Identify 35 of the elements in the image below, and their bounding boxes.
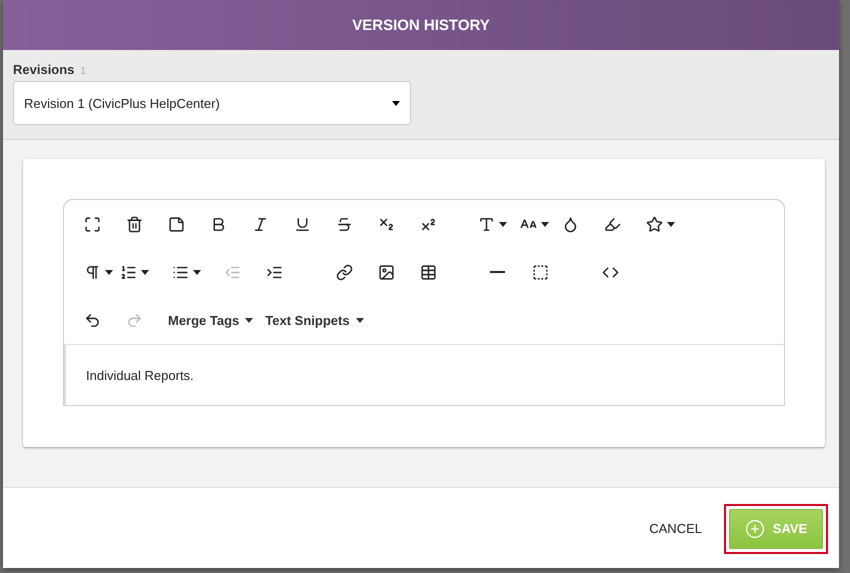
paragraph-icon (84, 264, 101, 280)
highlighter-icon (604, 216, 621, 232)
link-icon (336, 264, 353, 280)
table-icon (420, 264, 437, 280)
caret-icon (105, 270, 113, 274)
plus-circle-icon (744, 518, 765, 538)
font-icon (478, 216, 495, 232)
caret-icon (499, 222, 507, 226)
strikethrough-icon (336, 216, 353, 232)
caret-icon (245, 318, 254, 322)
toolbar-menu[interactable]: Text Snippets (265, 312, 376, 328)
note-icon (168, 216, 185, 232)
caret-icon (392, 100, 400, 106)
image-icon (378, 264, 395, 280)
numbered-list-icon (120, 264, 137, 280)
toolbar-menu[interactable]: Merge Tags (168, 312, 266, 328)
content-text: Individual Reports. (86, 368, 194, 382)
underline-icon (294, 216, 311, 232)
caret-icon (541, 222, 549, 226)
fullscreen-icon (84, 216, 101, 232)
horizontal-line-icon (490, 271, 505, 273)
caret-icon (193, 270, 201, 274)
revisions-label: Revisions (13, 62, 74, 77)
editor-content[interactable]: Individual Reports. (64, 344, 784, 405)
cancel-button[interactable]: CANCEL (645, 513, 706, 544)
dialog-title: VERSION HISTORY (352, 16, 490, 34)
caret-icon (667, 222, 675, 226)
revision-dropdown[interactable]: Revision 1 (CivicPlus HelpCenter) (13, 81, 411, 125)
redo-icon (126, 312, 143, 328)
caret-icon (141, 270, 149, 274)
trash-icon (126, 216, 143, 232)
revisions-count: 1 (80, 66, 86, 77)
italic-icon (252, 216, 269, 232)
undo-icon (84, 312, 101, 328)
caret-icon (356, 318, 364, 322)
